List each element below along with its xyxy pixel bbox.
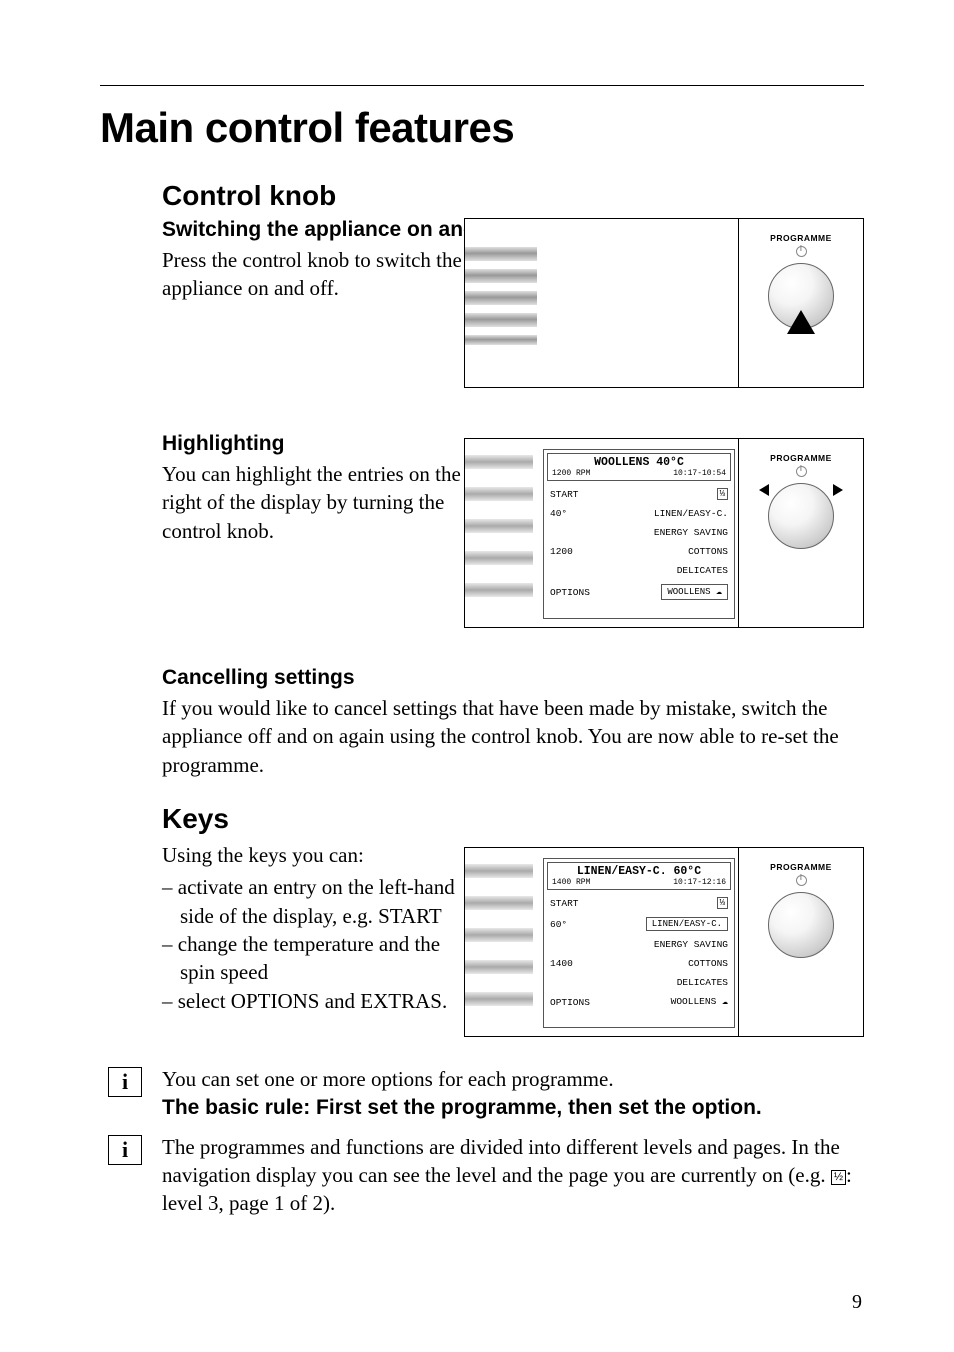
- info-text-line: You can set one or more options for each…: [162, 1067, 614, 1091]
- heading-keys: Keys: [162, 803, 864, 835]
- power-icon: [796, 466, 807, 477]
- info-text-bold: The basic rule: First set the programme,…: [162, 1096, 762, 1119]
- power-icon: [796, 875, 807, 886]
- programme-label: PROGRAMME: [770, 453, 832, 463]
- arrow-right-icon: [833, 484, 843, 496]
- power-icon: [796, 246, 807, 257]
- page-title: Main control features: [100, 104, 864, 152]
- lcd-woollens: WOOLLENS 40°C 1200 RPM10:17-10:54 START⅓…: [543, 449, 735, 619]
- page-number: 9: [852, 1291, 862, 1314]
- info-note-2: The programmes and functions are divided…: [108, 1133, 864, 1218]
- arrow-left-icon: [759, 484, 769, 496]
- heading-cancelling: Cancelling settings: [162, 666, 864, 690]
- info-note-1: You can set one or more options for each…: [108, 1065, 864, 1123]
- list-item: select OPTIONS and EXTRAS.: [162, 987, 472, 1015]
- level-page-icon: ½: [831, 1170, 846, 1185]
- info-icon: [108, 1135, 142, 1165]
- list-item: change the temperature and the spin spee…: [162, 930, 472, 987]
- arrow-up-icon: [787, 310, 815, 334]
- lcd-linen: LINEN/EASY-C. 60°C 1400 RPM10:17-12:16 S…: [543, 858, 735, 1028]
- control-knob-icon: [768, 892, 834, 958]
- control-knob-icon: [768, 263, 834, 329]
- panel-keys-illustration: LINEN/EASY-C. 60°C 1400 RPM10:17-12:16 S…: [464, 847, 864, 1037]
- text-cancelling: If you would like to cancel settings tha…: [162, 694, 864, 779]
- programme-label: PROGRAMME: [770, 862, 832, 872]
- heading-control-knob: Control knob: [162, 180, 864, 212]
- keys-bullet-list: activate an entry on the left-hand side …: [162, 873, 472, 1015]
- top-rule: [100, 85, 864, 86]
- programme-label: PROGRAMME: [770, 233, 832, 243]
- info-text-part: The programmes and functions are divided…: [162, 1135, 840, 1187]
- text-switching: Press the control knob to switch the app…: [162, 246, 462, 303]
- info-icon: [108, 1067, 142, 1097]
- list-item: activate an entry on the left-hand side …: [162, 873, 472, 930]
- control-knob-icon: [768, 483, 834, 549]
- text-keys-intro: Using the keys you can:: [162, 841, 462, 869]
- panel-highlighting-illustration: WOOLLENS 40°C 1200 RPM10:17-10:54 START⅓…: [464, 438, 864, 628]
- text-highlighting: You can highlight the entries on the rig…: [162, 460, 462, 545]
- panel-switching-illustration: PROGRAMME: [464, 218, 864, 388]
